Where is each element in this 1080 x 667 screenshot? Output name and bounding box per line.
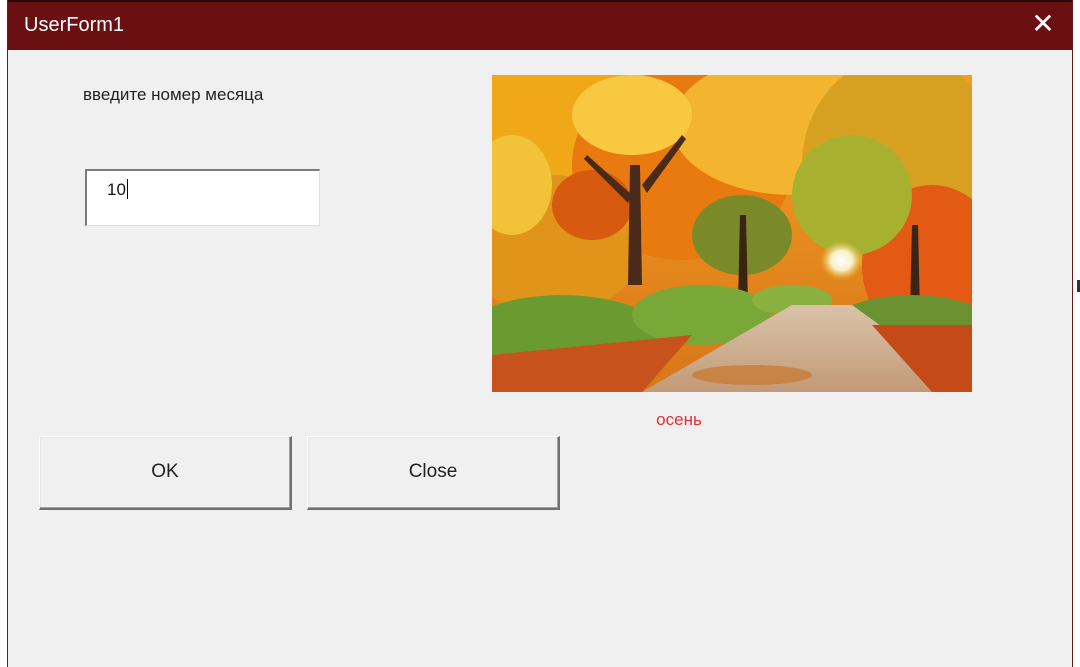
text-caret [126, 179, 128, 199]
month-number-input[interactable]: 10 [85, 169, 320, 226]
title-bar[interactable]: UserForm1 ✕ [8, 0, 1072, 50]
window-title: UserForm1 [24, 14, 125, 36]
month-number-value: 10 [107, 180, 126, 199]
season-result-label: осень [656, 410, 702, 429]
userform-window: UserForm1 ✕ введите номер месяца 10 осен… [7, 0, 1073, 667]
autumn-forest-road-image [492, 75, 972, 392]
ok-button[interactable]: OK [39, 436, 292, 510]
close-icon[interactable]: ✕ [1028, 9, 1058, 39]
month-prompt-label: введите номер месяца [83, 85, 264, 104]
close-button[interactable]: Close [307, 436, 560, 510]
